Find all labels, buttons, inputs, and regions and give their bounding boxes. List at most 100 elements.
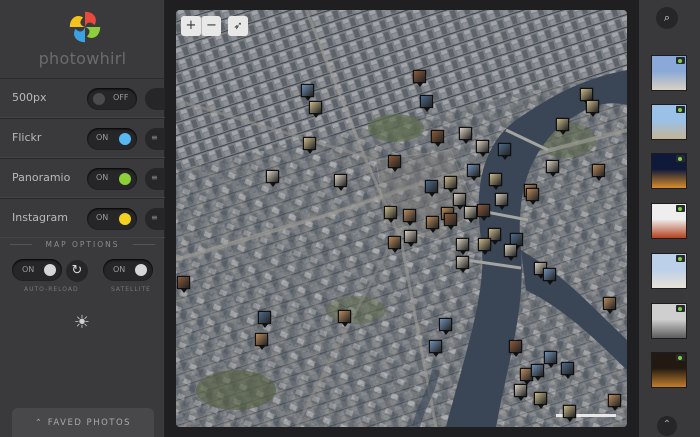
photo-marker[interactable] [404, 230, 417, 247]
photo-marker[interactable] [495, 193, 508, 210]
service-label: Flickr [12, 131, 42, 144]
photo-marker[interactable] [301, 84, 314, 101]
photo-thumbnail[interactable] [651, 153, 687, 189]
service-row-panoramio: Panoramio ON ≡ [0, 158, 169, 198]
service-row-500px: 500px OFF [0, 78, 169, 118]
photo-marker[interactable] [425, 180, 438, 197]
toggle-500px[interactable]: OFF [87, 88, 137, 110]
photo-marker[interactable] [498, 143, 511, 160]
app-window: photowhirl 500px OFF Flickr ON ≡ Panoram… [0, 0, 700, 437]
satellite-map[interactable]: + − ➶ [176, 10, 627, 427]
photo-marker[interactable] [453, 193, 466, 210]
camera-badge-icon [676, 155, 685, 162]
photo-marker[interactable] [426, 216, 439, 233]
photo-marker[interactable] [531, 364, 544, 381]
sidebar: photowhirl 500px OFF Flickr ON ≡ Panoram… [0, 0, 169, 437]
photo-marker[interactable] [413, 70, 426, 87]
toggle-state: ON [96, 213, 109, 222]
photo-marker[interactable] [514, 384, 527, 401]
service-label: 500px [12, 91, 47, 104]
camera-badge-icon [676, 255, 685, 262]
photo-marker[interactable] [476, 140, 489, 157]
photo-marker[interactable] [504, 244, 517, 261]
photo-thumbnail[interactable] [651, 352, 687, 388]
photo-thumbnail[interactable] [651, 303, 687, 339]
photo-marker[interactable] [563, 405, 576, 422]
toggle-state: OFF [113, 93, 129, 102]
photo-marker[interactable] [464, 206, 477, 223]
photo-marker[interactable] [439, 318, 452, 335]
photo-marker[interactable] [403, 209, 416, 226]
photo-marker[interactable] [444, 213, 457, 230]
camera-badge-icon [676, 205, 685, 212]
toggle-state: ON [96, 173, 109, 182]
scroll-up-button[interactable]: ⌃ [657, 416, 677, 436]
locate-button[interactable]: ➶ [228, 16, 248, 36]
photo-marker[interactable] [546, 160, 559, 177]
photo-marker[interactable] [431, 130, 444, 147]
toggle-knob [119, 173, 131, 185]
photo-marker[interactable] [544, 351, 557, 368]
zoom-in-button[interactable]: + [181, 16, 201, 36]
photo-marker[interactable] [334, 174, 347, 191]
photo-marker[interactable] [603, 297, 616, 314]
map-options-heading: MAP OPTIONS [0, 240, 165, 249]
photo-marker[interactable] [509, 340, 522, 357]
photo-marker[interactable] [384, 206, 397, 223]
photo-marker[interactable] [388, 236, 401, 253]
toggle-knob [44, 264, 56, 276]
faved-photos-label: FAVED PHOTOS [47, 418, 132, 428]
photo-marker[interactable] [258, 311, 271, 328]
photo-marker[interactable] [338, 310, 351, 327]
photo-thumbnail[interactable] [651, 253, 687, 289]
photo-marker[interactable] [444, 176, 457, 193]
chevron-up-icon: ⌃ [34, 418, 48, 428]
reload-icon[interactable]: ↻ [66, 260, 88, 282]
photo-marker[interactable] [456, 256, 469, 273]
brightness-icon[interactable]: ☀ [72, 313, 92, 333]
toggle-state: ON [96, 133, 109, 142]
photo-marker[interactable] [303, 137, 316, 154]
photo-marker[interactable] [266, 170, 279, 187]
photo-thumbnail[interactable] [651, 55, 687, 91]
photo-marker[interactable] [608, 394, 621, 411]
map-imagery [176, 10, 627, 427]
logo: photowhirl [0, 0, 165, 78]
photo-marker[interactable] [561, 362, 574, 379]
photo-marker[interactable] [456, 238, 469, 255]
photo-marker[interactable] [489, 173, 502, 190]
toggle-panoramio[interactable]: ON [87, 168, 137, 190]
photo-marker[interactable] [477, 204, 490, 221]
photo-marker[interactable] [388, 155, 401, 172]
faved-photos-button[interactable]: ⌃ FAVED PHOTOS [12, 408, 154, 437]
photo-marker[interactable] [459, 127, 472, 144]
auto-reload-label: AUTO-RELOAD [24, 286, 79, 293]
map-panel: + − ➶ [165, 0, 639, 437]
photo-marker[interactable] [255, 333, 268, 350]
photo-thumbnail[interactable] [651, 104, 687, 140]
zoom-out-button[interactable]: − [201, 16, 221, 36]
photo-marker[interactable] [592, 164, 605, 181]
toggle-knob [135, 264, 147, 276]
photo-marker[interactable] [534, 392, 547, 409]
camera-badge-icon [676, 106, 685, 113]
photo-marker[interactable] [429, 340, 442, 357]
toggle-flickr[interactable]: ON [87, 128, 137, 150]
satellite-toggle[interactable]: ON [103, 259, 153, 281]
search-icon[interactable]: ⌕ [656, 7, 678, 29]
photo-marker[interactable] [478, 238, 491, 255]
photo-marker[interactable] [586, 100, 599, 117]
photo-marker[interactable] [420, 95, 433, 112]
photo-marker[interactable] [543, 268, 556, 285]
photo-marker[interactable] [177, 276, 190, 293]
service-row-instagram: Instagram ON ≡ [0, 198, 169, 238]
photo-marker[interactable] [467, 164, 480, 181]
auto-reload-toggle[interactable]: ON [12, 259, 62, 281]
toggle-instagram[interactable]: ON [87, 208, 137, 230]
camera-badge-icon [676, 305, 685, 312]
photo-thumbnail[interactable] [651, 203, 687, 239]
photo-marker[interactable] [526, 188, 539, 205]
camera-badge-icon [676, 57, 685, 64]
photo-marker[interactable] [309, 101, 322, 118]
photo-marker[interactable] [556, 118, 569, 135]
